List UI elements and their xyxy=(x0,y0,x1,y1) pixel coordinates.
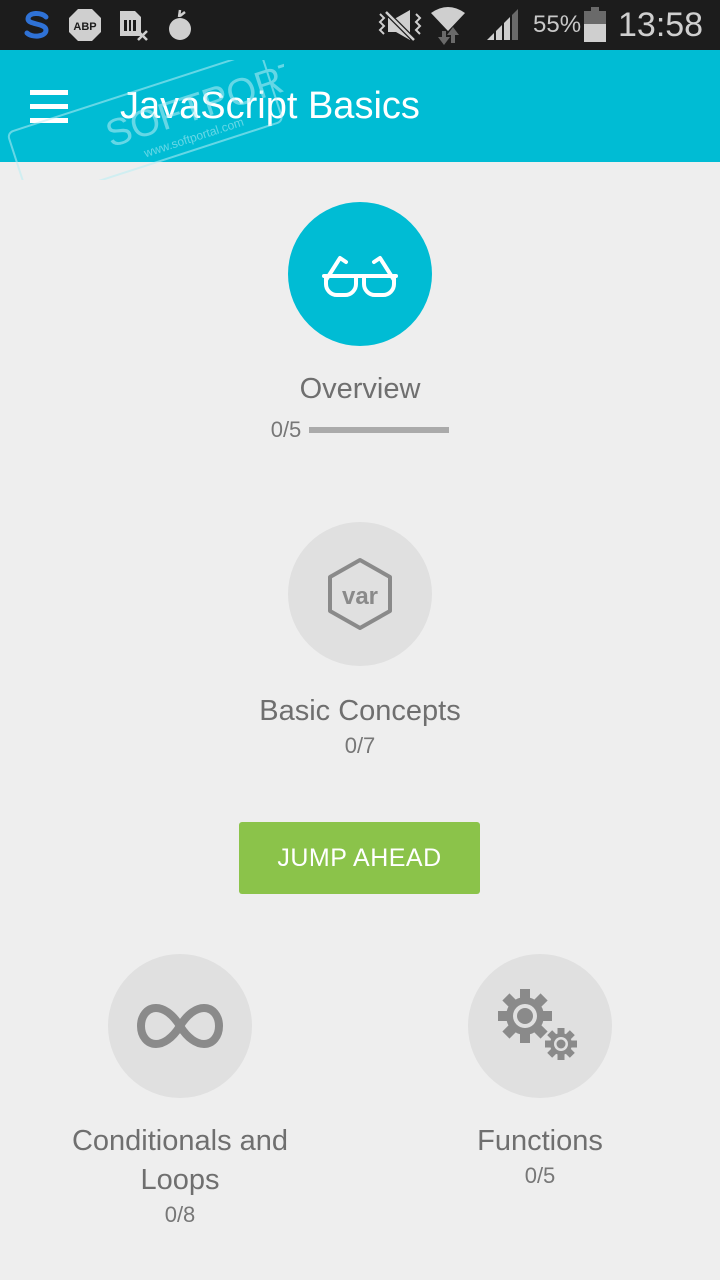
progress-bar xyxy=(309,427,450,433)
lesson-title: Conditionals and Loops xyxy=(71,1125,289,1196)
lesson-count: 0/5 xyxy=(270,417,302,442)
svg-text:ABP: ABP xyxy=(73,21,96,33)
vibrate-mute-icon xyxy=(375,0,425,50)
lesson-functions[interactable]: Functions 0/5 xyxy=(400,954,680,1191)
lesson-title: Basic Concepts xyxy=(259,695,461,727)
gears-icon xyxy=(498,989,577,1060)
glasses-icon xyxy=(322,256,398,297)
lesson-circle[interactable]: var xyxy=(288,522,432,666)
battery-icon xyxy=(582,0,608,50)
svg-text:var: var xyxy=(342,583,378,610)
lesson-count: 0/8 xyxy=(164,1202,196,1227)
lesson-circle[interactable] xyxy=(468,954,612,1098)
lesson-title: Overview xyxy=(299,373,421,405)
clock: 13:58 xyxy=(618,6,704,44)
wifi-data-icon xyxy=(428,0,468,50)
var-hexagon-icon: var xyxy=(328,558,392,630)
sync-app-icon xyxy=(18,0,56,50)
lesson-title: Functions xyxy=(477,1125,603,1157)
cellular-signal-icon xyxy=(482,0,522,50)
status-bar: ABP 55% 13:58 xyxy=(0,0,720,50)
app-toolbar: JavaScript Basics SOFTPORTAL www.softpor… xyxy=(0,50,720,180)
page-title: JavaScript Basics xyxy=(120,85,420,127)
lesson-progress: 0/5 xyxy=(271,415,450,445)
adblock-plus-icon: ABP xyxy=(67,0,103,50)
lesson-circle[interactable] xyxy=(108,954,252,1098)
lesson-overview[interactable]: Overview 0/5 xyxy=(210,202,510,445)
lesson-basic-concepts[interactable]: var Basic Concepts 0/7 xyxy=(210,522,510,761)
lesson-circle[interactable] xyxy=(288,202,432,346)
onion-app-icon xyxy=(164,0,196,50)
hamburger-menu-icon[interactable] xyxy=(30,86,78,126)
battery-percent: 55% xyxy=(533,11,582,38)
lesson-count: 0/5 xyxy=(524,1163,556,1188)
lesson-conditionals-and-loops[interactable]: Conditionals and Loops 0/8 xyxy=(40,954,320,1230)
infinity-icon xyxy=(137,1003,223,1049)
no-sim-icon xyxy=(116,0,152,50)
lesson-count: 0/7 xyxy=(344,733,376,758)
jump-ahead-button[interactable]: JUMP AHEAD xyxy=(239,822,480,894)
